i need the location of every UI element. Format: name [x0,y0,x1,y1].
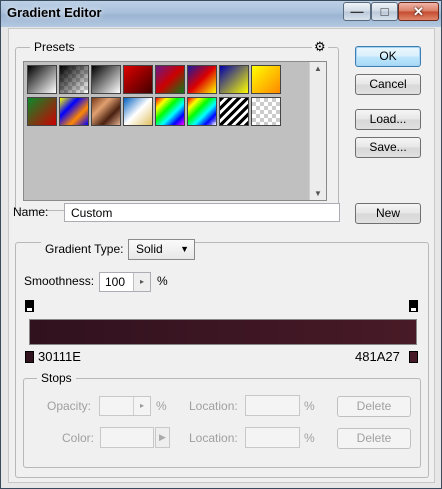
preset-swatch[interactable] [91,97,121,126]
preset-swatch[interactable] [123,65,153,94]
new-button[interactable]: New [355,203,421,224]
close-icon: ✕ [413,3,424,19]
close-button[interactable]: ✕ [398,2,439,21]
opacity-label: Opacity: [47,399,92,413]
preset-swatch[interactable] [91,65,121,94]
dialog-body: Presets ⚙ ▲ ▼ OK Cancel Load... Save... … [8,28,435,483]
color-stop-left[interactable] [25,351,34,363]
color-label: Color: [62,431,95,445]
smoothness-arrow-icon[interactable]: ▸ [133,273,150,291]
preset-swatch[interactable] [27,97,57,126]
presets-swatch-area[interactable]: ▲ ▼ [23,61,327,201]
smoothness-unit: % [157,274,168,288]
opacity-arrow-icon[interactable]: ▸ [133,397,150,415]
stops-group [23,378,421,468]
gradient-preview-bar[interactable] [29,319,417,345]
preset-swatch[interactable] [219,65,249,94]
stops-label: Stops [37,371,76,385]
presets-scrollbar[interactable]: ▲ ▼ [309,62,326,200]
opacity-stop-right[interactable] [409,300,418,312]
preset-swatch[interactable] [251,65,281,94]
opacity-location-label: Location: [189,399,238,413]
preset-swatch[interactable] [59,65,89,94]
minimize-icon: — [350,4,364,19]
opacity-location-unit: % [304,399,315,413]
color-location-unit: % [304,431,315,445]
gradient-type-value: Solid [136,242,163,256]
title-bar[interactable]: Gradient Editor — □ ✕ [1,1,441,27]
presets-label: Presets [30,40,79,54]
preset-swatch[interactable] [187,97,217,126]
gradient-editor-window: Gradient Editor — □ ✕ Presets ⚙ ▲ ▼ OK C… [0,0,442,489]
preset-swatch[interactable] [187,65,217,94]
gradient-type-label: Gradient Type: [41,242,128,256]
maximize-icon: □ [380,4,389,19]
gradient-type-select[interactable]: Solid ▼ [128,239,195,260]
minimize-button[interactable]: — [343,2,371,21]
smoothness-label: Smoothness: [24,274,95,288]
scroll-up-icon[interactable]: ▲ [314,64,322,73]
color-stop-right[interactable] [409,351,418,363]
opacity-delete-button[interactable]: Delete [337,396,411,417]
preset-swatch[interactable] [155,97,185,126]
save-button[interactable]: Save... [355,137,421,158]
preset-swatch[interactable] [155,65,185,94]
color-delete-button[interactable]: Delete [337,428,411,449]
preset-swatch[interactable] [59,97,89,126]
chevron-down-icon: ▼ [180,244,189,254]
preset-swatch[interactable] [219,97,249,126]
color-location-label: Location: [189,431,238,445]
smoothness-input[interactable]: 100 ▸ [99,272,151,292]
color-arrow-icon[interactable]: ▶ [155,427,170,448]
preset-swatch[interactable] [123,97,153,126]
opacity-input[interactable]: ▸ [99,396,151,416]
preset-swatch[interactable] [27,65,57,94]
load-button[interactable]: Load... [355,109,421,130]
ok-button[interactable]: OK [355,46,421,67]
opacity-unit: % [156,399,167,413]
color-location-input[interactable] [245,427,300,448]
smoothness-value: 100 [105,275,126,289]
color-swatch-field[interactable] [100,427,154,448]
opacity-stop-left[interactable] [25,300,34,312]
scroll-down-icon[interactable]: ▼ [314,189,322,198]
maximize-button[interactable]: □ [371,2,398,21]
start-color-label: 30111E [38,349,81,364]
name-input[interactable]: Custom [64,203,340,222]
name-label: Name: [13,205,49,219]
cancel-button[interactable]: Cancel [355,74,421,95]
preset-swatch[interactable] [251,97,281,126]
gear-icon[interactable]: ⚙ [312,39,328,55]
end-color-label: 481A27 [355,349,400,364]
window-title: Gradient Editor [7,5,102,20]
opacity-location-input[interactable] [245,395,300,416]
